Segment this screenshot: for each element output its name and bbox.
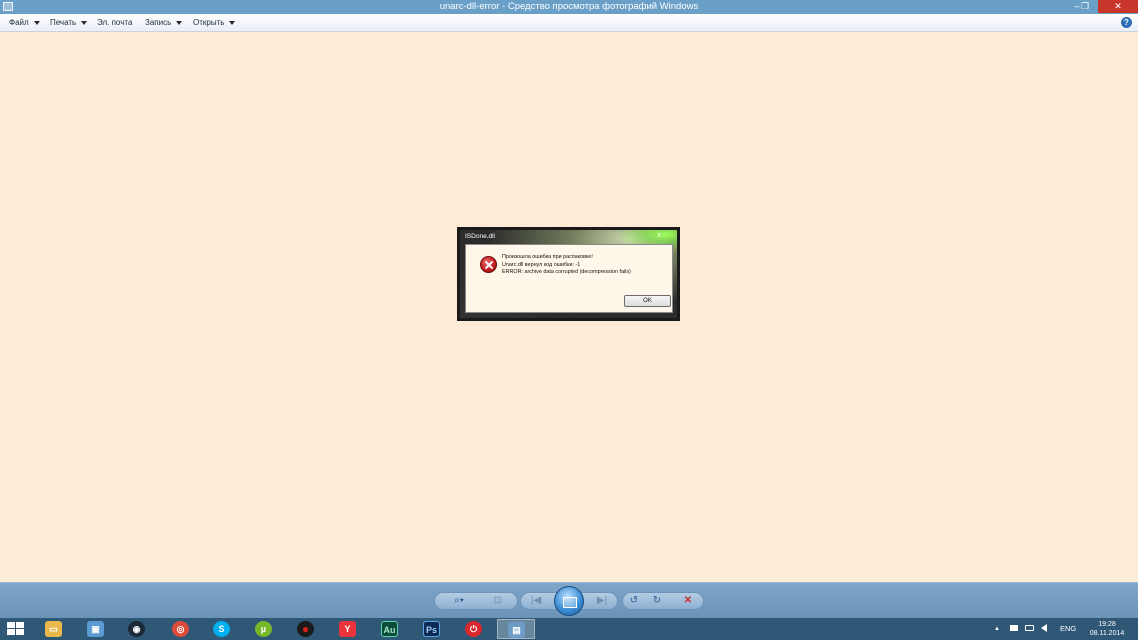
dialog-message-line: ERROR: archive data corrupted (decompres…: [502, 269, 631, 275]
previous-icon[interactable]: |◀: [524, 593, 548, 609]
taskbar-audition[interactable]: Au: [371, 619, 409, 639]
menu-open-label: Открыть: [193, 18, 225, 27]
next-icon[interactable]: ▶|: [590, 593, 614, 609]
clock[interactable]: 19:28 08.11.2014: [1084, 620, 1130, 638]
viewer-toolbar: ⌕▾ ⊡ |◀ ▶| ↺ ↻ ✕: [0, 582, 1138, 618]
slideshow-button[interactable]: [554, 586, 584, 616]
volume-icon[interactable]: [1041, 618, 1051, 640]
chrome-icon: ◎: [172, 621, 189, 637]
taskbar-photoshop[interactable]: Ps: [413, 619, 451, 639]
maximize-button[interactable]: ❐: [1072, 0, 1098, 13]
menu-burn[interactable]: Запись: [145, 14, 183, 31]
chevron-down-icon: [176, 20, 183, 25]
taskbar-power[interactable]: ⏻: [455, 619, 493, 639]
chevron-down-icon: [229, 20, 236, 25]
menu-file[interactable]: Файл: [9, 14, 40, 31]
dialog-close-icon: x: [657, 232, 662, 239]
skype-icon: S: [213, 621, 230, 637]
network-icon[interactable]: [1025, 618, 1035, 640]
taskbar: ▭ ▣ ◉ ◎ S µ ● Y Au Ps ⏻ ▤ ▲ ENG 19:28 08…: [0, 618, 1138, 640]
record-icon: ●: [297, 621, 314, 637]
help-icon[interactable]: ?: [1121, 17, 1132, 28]
windows-logo-icon: [16, 629, 24, 635]
menu-email[interactable]: Эл. почта: [97, 14, 132, 31]
dialog-body: Произошла ошибка при распаковке! Unarc.d…: [465, 244, 673, 313]
chevron-down-icon: [33, 20, 40, 25]
rotate-left-icon[interactable]: ↺: [626, 593, 642, 609]
taskbar-recorder[interactable]: ●: [287, 619, 325, 639]
taskbar-file-explorer[interactable]: ▭: [35, 619, 73, 639]
audition-icon: Au: [381, 621, 398, 637]
dialog-title: ISDone.dll: [465, 233, 495, 240]
close-button[interactable]: ✕: [1098, 0, 1138, 13]
utorrent-icon: µ: [255, 621, 272, 637]
window-title: unarc-dll-error - Средство просмотра фот…: [439, 1, 699, 12]
taskbar-yandex-browser[interactable]: Y: [329, 619, 367, 639]
menu-file-label: Файл: [9, 18, 29, 27]
photo-viewer-icon: ▤: [508, 622, 525, 638]
control-panel-icon: ▣: [87, 621, 104, 637]
displayed-image: ISDone.dll x Произошла ошибка при распак…: [457, 227, 680, 321]
zoom-icon[interactable]: ⌕▾: [448, 593, 470, 609]
folder-icon: ▭: [45, 621, 62, 637]
yandex-icon: Y: [339, 621, 356, 637]
title-bar: unarc-dll-error - Средство просмотра фот…: [0, 0, 1138, 14]
dialog-message: Произошла ошибка при распаковке! Unarc.d…: [502, 254, 631, 277]
dialog-message-line: Unarc.dll вернул код ошибки: -1: [502, 261, 581, 268]
menu-email-label: Эл. почта: [97, 18, 133, 27]
start-button[interactable]: [7, 622, 24, 636]
dialog-window-frame: ISDone.dll x Произошла ошибка при распак…: [460, 230, 677, 318]
menu-print-label: Печать: [50, 18, 77, 27]
windows-logo-icon: [7, 629, 15, 635]
error-icon: [480, 256, 497, 273]
chevron-down-icon: [81, 20, 88, 25]
clock-time: 19:28: [1098, 621, 1116, 628]
windows-logo-icon: [7, 622, 15, 628]
action-center-icon[interactable]: [1010, 618, 1019, 640]
taskbar-chrome[interactable]: ◎: [162, 619, 200, 639]
menu-open[interactable]: Открыть: [193, 14, 236, 31]
delete-icon[interactable]: ✕: [680, 593, 696, 609]
menu-burn-label: Запись: [145, 18, 172, 27]
clock-date: 08.11.2014: [1089, 630, 1125, 637]
actual-size-icon[interactable]: ⊡: [488, 593, 508, 609]
photoshop-icon: Ps: [423, 621, 440, 637]
taskbar-control-panel[interactable]: ▣: [77, 619, 115, 639]
power-icon: ⏻: [465, 621, 482, 637]
steam-icon: ◉: [128, 621, 145, 637]
language-indicator[interactable]: ENG: [1060, 618, 1076, 640]
taskbar-steam[interactable]: ◉: [118, 619, 156, 639]
taskbar-skype[interactable]: S: [203, 619, 241, 639]
taskbar-photo-viewer[interactable]: ▤: [497, 619, 535, 639]
dialog-message-line: Произошла ошибка при распаковке!: [502, 254, 593, 260]
taskbar-utorrent[interactable]: µ: [245, 619, 283, 639]
menu-bar: Файл Печать Эл. почта Запись Открыть ?: [0, 14, 1138, 32]
show-hidden-icons-button[interactable]: ▲: [994, 618, 1000, 640]
windows-logo-icon: [16, 622, 24, 628]
dialog-ok-button: OK: [624, 295, 671, 307]
menu-print[interactable]: Печать: [50, 14, 88, 31]
rotate-right-icon[interactable]: ↻: [649, 593, 665, 609]
